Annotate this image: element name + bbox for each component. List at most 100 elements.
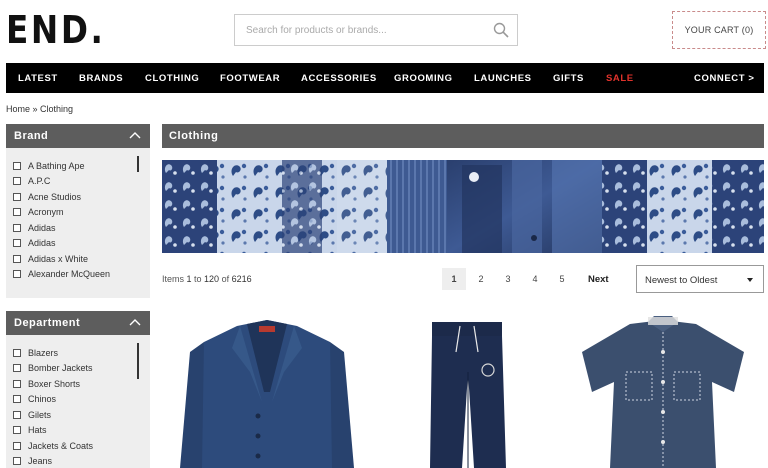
department-filter: Department Blazers Bomber Jackets Boxer … [6, 311, 150, 468]
department-option[interactable]: Boxer Shorts [13, 376, 150, 392]
main-nav: LATEST BRANDS CLOTHING FOOTWEAR ACCESSOR… [6, 63, 764, 93]
cart-button[interactable]: YOUR CART (0) [672, 11, 766, 49]
brand-option-label: Alexander McQueen [28, 269, 111, 280]
sort-selected-value: Newest to Oldest [645, 275, 718, 286]
checkbox[interactable] [13, 254, 21, 263]
nav-clothing[interactable]: CLOTHING [145, 73, 199, 84]
brand-option[interactable]: Adidas [13, 220, 150, 236]
page-4[interactable]: 4 [523, 268, 547, 290]
brand-list: A Bathing Ape A.P.C Acne Studios Acronym… [6, 148, 150, 282]
brand-option[interactable]: Alexander McQueen [13, 267, 150, 283]
department-list: Blazers Bomber Jackets Boxer Shorts Chin… [6, 335, 150, 468]
search-input[interactable] [235, 15, 475, 45]
department-option-label: Jackets & Coats [28, 440, 94, 451]
checkbox[interactable] [13, 410, 21, 419]
brand-filter-header[interactable]: Brand [6, 124, 150, 148]
department-option-label: Hats [28, 425, 47, 436]
breadcrumb: Home » Clothing [6, 104, 73, 114]
department-option[interactable]: Jeans [13, 454, 150, 468]
page-2[interactable]: 2 [469, 268, 493, 290]
items-prefix: Items [162, 274, 187, 284]
search-icon[interactable] [493, 22, 509, 38]
caret-down-icon [747, 278, 753, 282]
brand-filter: Brand A Bathing Ape A.P.C Acne Studios A… [6, 124, 150, 298]
checkbox[interactable] [13, 192, 21, 201]
checkbox[interactable] [13, 364, 21, 373]
brand-option-label: A Bathing Ape [28, 160, 85, 171]
sort-select[interactable]: Newest to Oldest [636, 265, 764, 293]
breadcrumb-separator: » [30, 104, 41, 114]
checkbox[interactable] [13, 441, 21, 450]
brand-option[interactable]: A.P.C [13, 174, 150, 190]
category-title: Clothing [162, 124, 764, 148]
department-option[interactable]: Chinos [13, 392, 150, 408]
department-option[interactable]: Hats [13, 423, 150, 439]
breadcrumb-home[interactable]: Home [6, 104, 30, 114]
page-3[interactable]: 3 [496, 268, 520, 290]
brand-option-label: Acronym [28, 207, 64, 218]
department-option-label: Blazers [28, 347, 59, 358]
department-option-label: Chinos [28, 394, 57, 405]
brand-option-label: Adidas [28, 222, 56, 233]
brand-option-label: A.P.C [28, 176, 51, 187]
product-image[interactable] [568, 312, 758, 468]
brand-option[interactable]: Adidas [13, 236, 150, 252]
search-box[interactable] [234, 14, 518, 46]
category-banner-image [162, 160, 764, 253]
brand-option-label: Acne Studios [28, 191, 82, 202]
checkbox[interactable] [13, 239, 21, 248]
checkbox[interactable] [13, 457, 21, 466]
items-to: 120 [204, 274, 220, 284]
checkbox[interactable] [13, 426, 21, 435]
nav-gifts[interactable]: GIFTS [553, 73, 584, 84]
items-count: Items 1 to 120 of 6216 [162, 274, 252, 284]
department-option[interactable]: Blazers [13, 345, 150, 361]
checkbox[interactable] [13, 270, 21, 279]
page-5[interactable]: 5 [550, 268, 574, 290]
nav-latest[interactable]: LATEST [18, 73, 58, 84]
page-1[interactable]: 1 [442, 268, 466, 290]
department-option[interactable]: Bomber Jackets [13, 361, 150, 377]
nav-brands[interactable]: BRANDS [79, 73, 123, 84]
brand-option[interactable]: Adidas x White [13, 251, 150, 267]
department-option[interactable]: Gilets [13, 407, 150, 423]
items-total: 6216 [231, 274, 252, 284]
checkbox[interactable] [13, 177, 21, 186]
department-option[interactable]: Jackets & Coats [13, 438, 150, 454]
department-option-label: Bomber Jackets [28, 363, 93, 374]
nav-footwear[interactable]: FOOTWEAR [220, 73, 280, 84]
department-filter-header[interactable]: Department [6, 311, 150, 335]
brand-option[interactable]: Acronym [13, 205, 150, 221]
product-image[interactable] [172, 312, 362, 468]
department-list-scrollbar[interactable] [137, 343, 139, 379]
nav-sale[interactable]: SALE [606, 73, 634, 84]
nav-accessories[interactable]: ACCESSORIES [301, 73, 377, 84]
brand-filter-title: Brand [14, 130, 49, 142]
department-option-label: Jeans [28, 456, 53, 467]
next-page-link[interactable]: Next [588, 274, 609, 285]
brand-option-label: Adidas [28, 238, 56, 249]
end-logo[interactable]: END. [6, 11, 106, 49]
brand-option[interactable]: A Bathing Ape [13, 158, 150, 174]
brand-option[interactable]: Acne Studios [13, 189, 150, 205]
nav-connect[interactable]: CONNECT > [694, 73, 755, 84]
department-filter-title: Department [14, 317, 81, 329]
brand-option-label: Adidas x White [28, 253, 89, 264]
brand-list-scrollbar[interactable] [137, 156, 139, 172]
nav-launches[interactable]: LAUNCHES [474, 73, 532, 84]
checkbox[interactable] [13, 208, 21, 217]
checkbox[interactable] [13, 161, 21, 170]
checkbox[interactable] [13, 223, 21, 232]
department-option-label: Boxer Shorts [28, 378, 81, 389]
checkbox[interactable] [13, 395, 21, 404]
checkbox[interactable] [13, 348, 21, 357]
chevron-up-icon[interactable] [129, 130, 141, 140]
nav-grooming[interactable]: GROOMING [394, 73, 453, 84]
department-option-label: Gilets [28, 409, 52, 420]
items-of-word: of [219, 274, 232, 284]
product-image[interactable] [372, 312, 562, 468]
chevron-up-icon[interactable] [129, 317, 141, 327]
breadcrumb-current[interactable]: Clothing [40, 104, 73, 114]
checkbox[interactable] [13, 379, 21, 388]
items-to-word: to [191, 274, 205, 284]
